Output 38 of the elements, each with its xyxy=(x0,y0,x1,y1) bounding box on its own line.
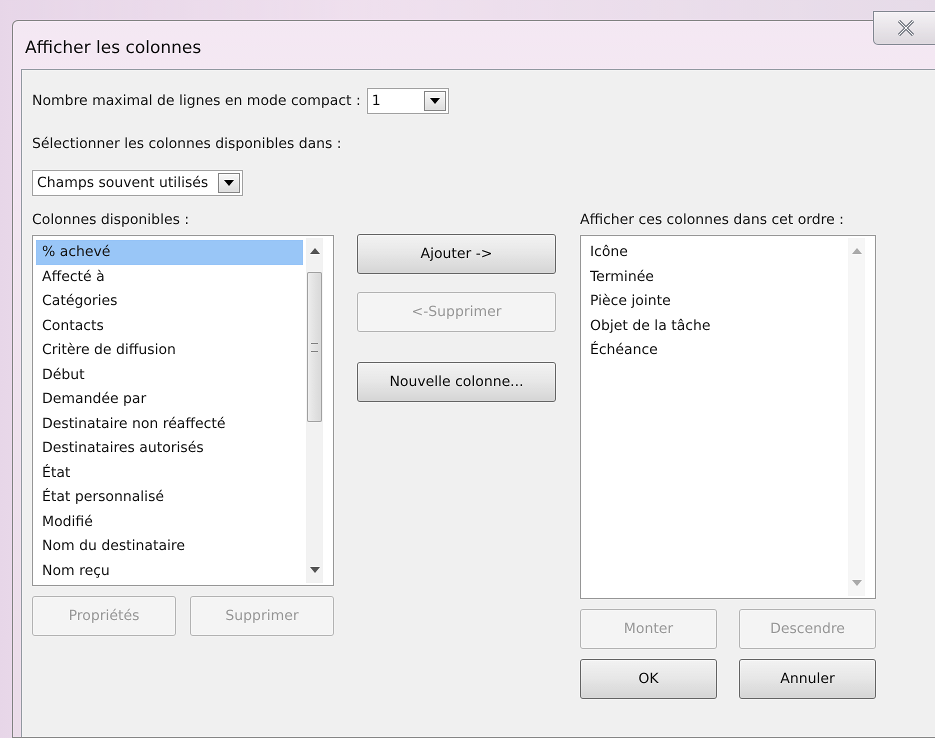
button[interactable]: Nouvelle colonne... xyxy=(357,362,556,402)
list-item[interactable]: % achevé xyxy=(36,240,303,264)
dropdown-arrow-icon[interactable] xyxy=(430,98,440,104)
dropdown[interactable]: Champs souvent utilisés xyxy=(32,170,244,196)
list-item[interactable]: Affecté à xyxy=(36,264,303,289)
list-item[interactable]: Terminée xyxy=(584,264,845,289)
scroll-down-arrow-icon[interactable] xyxy=(310,567,320,573)
list-item[interactable]: État personnalisé xyxy=(36,485,303,510)
close-icon xyxy=(897,20,915,36)
list-item[interactable]: Début xyxy=(36,362,303,387)
list-item[interactable]: Catégories xyxy=(36,289,303,314)
list-item[interactable]: Nom reçu xyxy=(36,558,303,583)
button[interactable]: Annuler xyxy=(739,659,876,699)
list-item[interactable]: Objet de la tâche xyxy=(584,314,845,338)
list-item[interactable]: Nom du destinataire xyxy=(36,534,303,558)
label: Colonnes disponibles : xyxy=(32,212,190,228)
label: Nombre maximal de lignes en mode compact : xyxy=(32,93,361,109)
label: Sélectionner les colonnes disponibles dans : xyxy=(32,136,342,152)
scrollbar-thumb[interactable] xyxy=(307,272,322,422)
button[interactable]: Ajouter -> xyxy=(357,234,556,274)
list-item[interactable]: Modifié xyxy=(36,510,303,534)
list-item[interactable]: Destinataires autorisés xyxy=(36,436,303,460)
scrollbar[interactable] xyxy=(306,238,323,583)
list-item[interactable]: Échéance xyxy=(584,338,845,362)
list-item[interactable]: Contacts xyxy=(36,314,303,338)
dropdown-arrow-icon[interactable] xyxy=(224,180,234,186)
list-item[interactable]: Icône xyxy=(584,240,845,264)
list-item[interactable]: Pièce jointe xyxy=(584,289,845,314)
close-button[interactable] xyxy=(873,11,935,45)
list-item[interactable]: Demandée par xyxy=(36,387,303,412)
dropdown[interactable]: 1 xyxy=(366,88,449,114)
scroll-up-arrow-icon[interactable] xyxy=(310,248,320,254)
list-item[interactable]: Destinataire non réaffecté xyxy=(36,412,303,436)
label: Afficher ces colonnes dans cet ordre : xyxy=(580,212,845,228)
button[interactable]: OK xyxy=(580,659,717,699)
list-item[interactable]: Critère de diffusion xyxy=(36,338,303,362)
list-item[interactable]: État xyxy=(36,460,303,485)
window-title: Afficher les colonnes xyxy=(25,38,202,58)
